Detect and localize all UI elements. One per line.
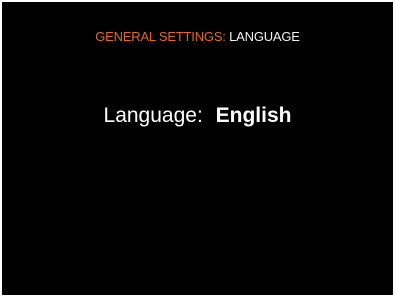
breadcrumb-page: LANGUAGE [229,29,300,44]
language-value-selector[interactable]: English [216,104,292,127]
settings-screen: GENERAL SETTINGS: LANGUAGE Language: Eng… [2,2,393,295]
breadcrumb-header: GENERAL SETTINGS: LANGUAGE [2,29,393,45]
breadcrumb-section: GENERAL SETTINGS: [95,29,226,44]
language-label: Language: [103,104,203,127]
language-setting-row[interactable]: Language: English [2,103,393,129]
